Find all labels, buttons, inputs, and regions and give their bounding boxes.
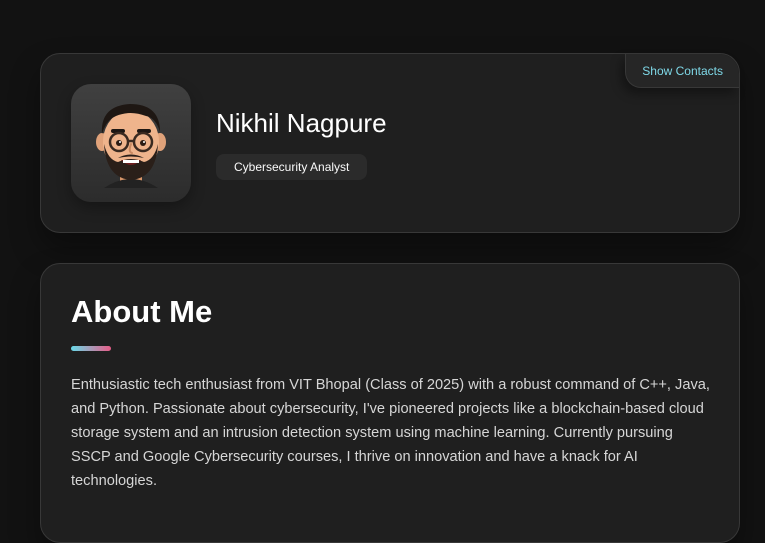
role-badge: Cybersecurity Analyst	[216, 154, 368, 180]
show-contacts-button[interactable]: Show Contacts	[625, 54, 739, 88]
about-card: About Me Enthusiastic tech enthusiast fr…	[40, 263, 740, 543]
avatar	[71, 84, 191, 202]
about-text: Enthusiastic tech enthusiast from VIT Bh…	[71, 377, 710, 489]
heading-underline	[71, 346, 111, 351]
about-heading: About Me	[71, 294, 213, 329]
profile-card: Nikhil Nagpure Cybersecurity Analyst Sho…	[40, 53, 740, 233]
memoji-avatar-icon	[96, 104, 166, 188]
profile-name: Nikhil Nagpure	[216, 108, 387, 138]
